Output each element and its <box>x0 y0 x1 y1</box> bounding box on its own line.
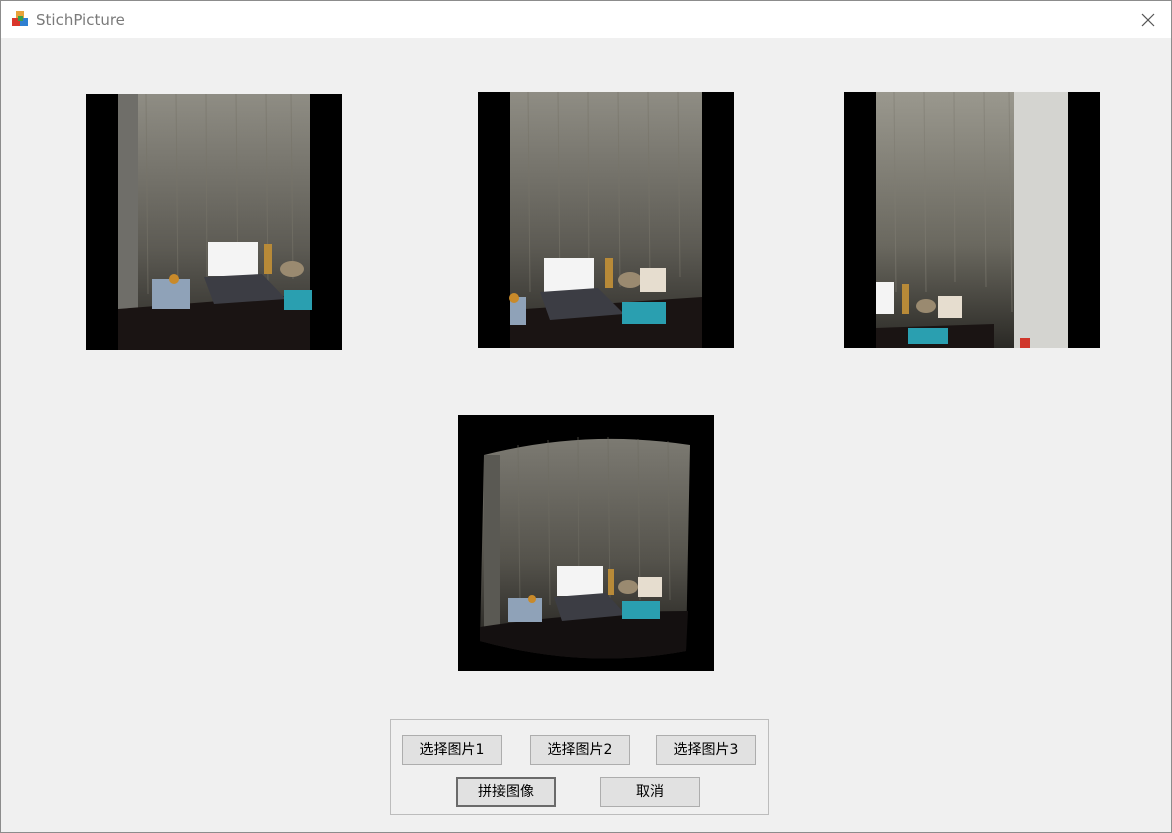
select-image-2-button[interactable]: 选择图片2 <box>530 735 630 765</box>
title-bar[interactable]: StichPicture <box>1 1 1171 38</box>
cancel-button[interactable]: 取消 <box>600 777 700 807</box>
app-window: StichPicture 选择图片1 选择图片2 选择图片3 拼接图像 取消 <box>0 0 1172 833</box>
source-image-3 <box>844 92 1100 348</box>
close-button[interactable] <box>1125 1 1171 38</box>
close-icon <box>1141 13 1155 26</box>
select-image-3-button[interactable]: 选择图片3 <box>656 735 756 765</box>
stitched-result-image <box>458 415 714 671</box>
source-image-2 <box>478 92 734 348</box>
button-group: 选择图片1 选择图片2 选择图片3 拼接图像 取消 <box>390 719 769 815</box>
stitch-button[interactable]: 拼接图像 <box>456 777 556 807</box>
app-cube-icon <box>11 10 29 28</box>
source-image-1 <box>86 94 342 350</box>
select-image-1-button[interactable]: 选择图片1 <box>402 735 502 765</box>
window-title: StichPicture <box>36 11 125 29</box>
